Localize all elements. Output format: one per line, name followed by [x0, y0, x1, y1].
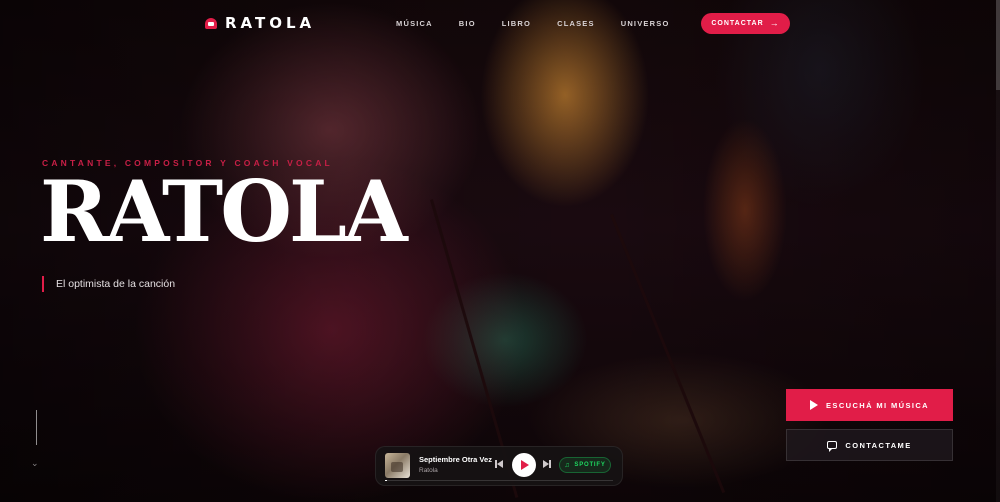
nav-link-musica[interactable]: MÚSICA — [396, 19, 433, 28]
album-cover[interactable] — [385, 453, 410, 478]
tagline-accent-bar — [42, 276, 44, 292]
music-player: Septiembre Otra Vez Ratola ♫ SPOTIFY — [375, 446, 623, 486]
progress-fill — [385, 480, 388, 481]
top-navigation: RATOLA MÚSICA BIO LIBRO CLASES UNIVERSO … — [0, 0, 1000, 46]
arrow-right-icon: → — [769, 18, 780, 28]
chevron-down-icon[interactable]: ⌄ — [31, 458, 39, 469]
track-title: Septiembre Otra Vez — [419, 455, 492, 464]
scrollbar[interactable] — [996, 0, 1000, 502]
music-note-icon: ♫ — [564, 461, 571, 469]
hero-title: RATOLA — [40, 162, 408, 261]
track-artist: Ratola — [419, 467, 438, 474]
spotify-button[interactable]: ♫ SPOTIFY — [559, 457, 611, 473]
next-track-icon[interactable] — [543, 460, 551, 468]
nav-link-clases[interactable]: CLASES — [557, 19, 595, 28]
nav-link-libro[interactable]: LIBRO — [502, 19, 531, 28]
nav-links: MÚSICA BIO LIBRO CLASES UNIVERSO — [396, 19, 669, 28]
cap-icon — [205, 17, 217, 29]
listen-music-button[interactable]: ESCUCHÁ MI MÚSICA — [786, 389, 953, 421]
tagline-text: El optimista de la canción — [56, 278, 176, 290]
progress-bar[interactable] — [385, 480, 613, 481]
previous-track-icon[interactable] — [495, 460, 503, 468]
contact-button-label: CONTACTAR — [711, 20, 764, 27]
play-icon — [521, 460, 529, 470]
contact-button[interactable]: CONTACTAR → — [701, 13, 790, 34]
logo[interactable]: RATOLA — [205, 14, 315, 32]
play-pause-button[interactable] — [512, 453, 536, 477]
hero-tagline: El optimista de la canción — [42, 276, 175, 292]
logo-text: RATOLA — [225, 14, 316, 32]
nav-link-bio[interactable]: BIO — [459, 19, 476, 28]
play-icon — [810, 400, 819, 410]
contact-me-button[interactable]: CONTACTAME — [786, 429, 953, 461]
spotify-label: SPOTIFY — [574, 462, 606, 468]
listen-music-label: ESCUCHÁ MI MÚSICA — [826, 400, 929, 410]
chat-icon — [827, 441, 838, 452]
scroll-indicator-line — [36, 410, 37, 445]
nav-link-universo[interactable]: UNIVERSO — [621, 19, 670, 28]
scrollbar-thumb[interactable] — [996, 0, 1000, 90]
contact-me-label: CONTACTAME — [845, 440, 912, 450]
